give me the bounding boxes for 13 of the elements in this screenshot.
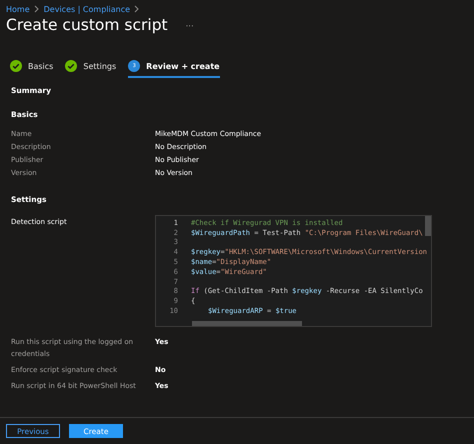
code-editor[interactable] [155, 215, 432, 327]
checkmark-icon [10, 60, 22, 72]
scrollbar[interactable] [192, 321, 302, 326]
more-button[interactable]: ··· [186, 20, 194, 30]
breadcrumb-link[interactable]: Home [6, 4, 30, 14]
wizard-tab[interactable]: Basics [10, 60, 54, 78]
scrollbar[interactable] [425, 216, 431, 236]
chevron-icon [134, 5, 140, 13]
wizard-tab[interactable]: Settings [65, 60, 116, 78]
chevron-icon [34, 5, 40, 13]
page-title: Create custom script [6, 16, 168, 34]
checkmark-icon [65, 60, 78, 72]
breadcrumb-link[interactable]: Devices | Compliance [44, 4, 130, 14]
